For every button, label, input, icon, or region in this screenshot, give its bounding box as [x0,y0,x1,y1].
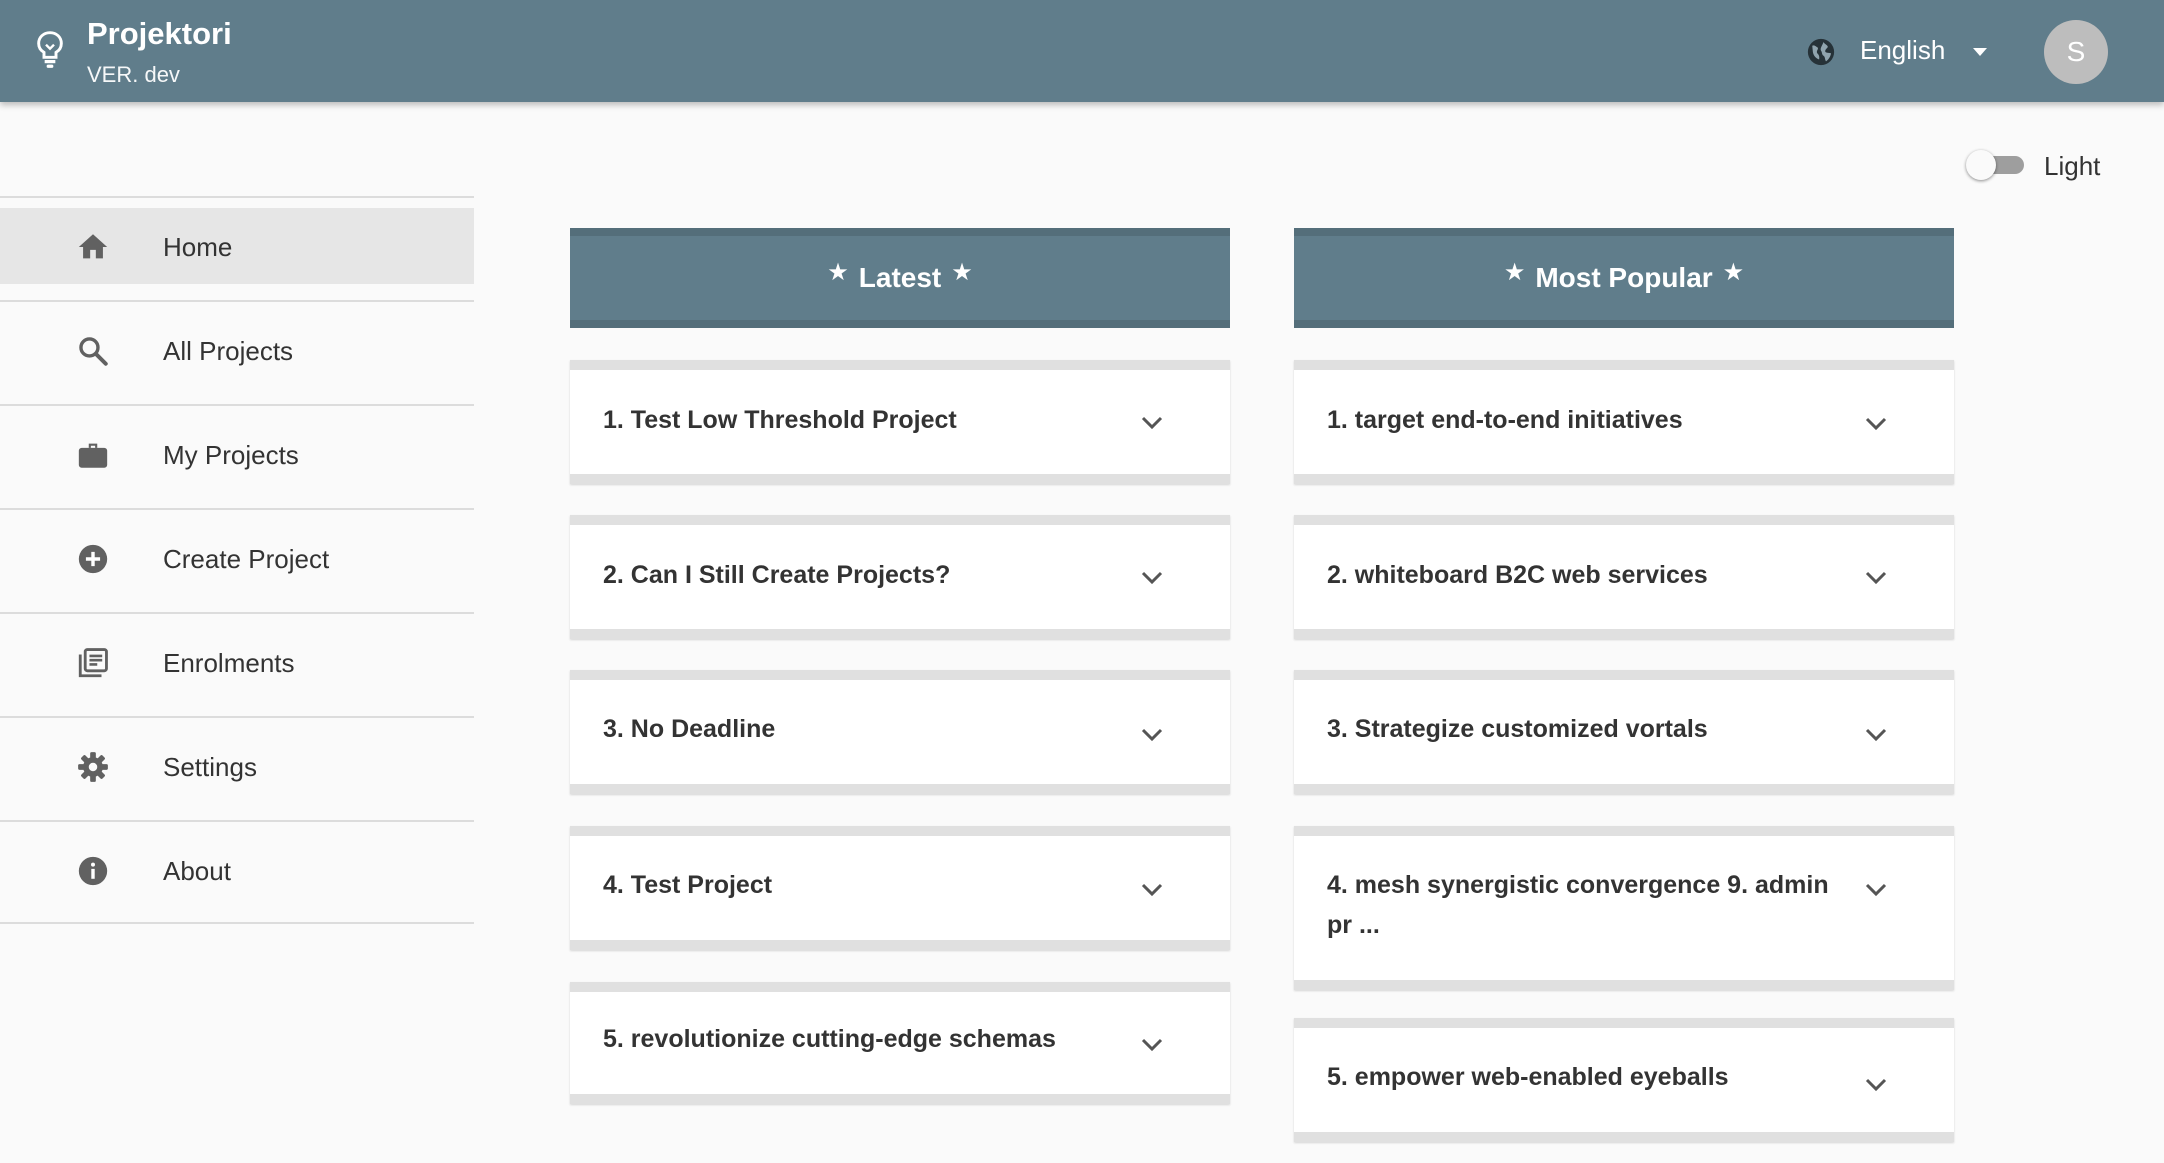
sidebar-item-label: Enrolments [163,648,295,678]
latest-project-card[interactable]: 2. Can I Still Create Projects? [570,515,1230,639]
sidebar-item-label: About [163,856,231,886]
search-icon [79,337,108,366]
popular-project-card[interactable]: 1. target end-to-end initiatives [1294,360,1954,484]
project-title: 4. mesh synergistic convergence 9. admin… [1327,871,1829,939]
sidebar-item-label: Create Project [163,544,330,574]
sidebar-item-settings[interactable]: Settings [0,716,474,820]
chevron-down-icon[interactable] [1864,571,1888,585]
popular-project-card[interactable]: 4. mesh synergistic convergence 9. admin… [1294,826,1954,990]
user-avatar[interactable]: S [2044,20,2108,84]
app-version: VER. dev [87,62,180,87]
project-title: 5. empower web-enabled eyeballs [1327,1063,1729,1091]
chevron-down-icon[interactable] [1140,571,1164,585]
latest-project-card[interactable]: 5. revolutionize cutting-edge schemas [570,982,1230,1104]
sidebar-item-label: All Projects [163,336,294,366]
app-title[interactable]: Projektori [87,16,232,52]
theme-toggle[interactable] [1966,150,2024,180]
popular-project-card[interactable]: 3. Strategize customized vortals [1294,670,1954,794]
chevron-down-icon[interactable] [1864,883,1888,897]
gear-icon [78,752,108,782]
sidebar-item-enrolments[interactable]: Enrolments [0,612,474,716]
latest-project-card[interactable]: 4. Test Project [570,826,1230,950]
chevron-down-icon[interactable] [1140,1038,1164,1052]
project-title: 2. Can I Still Create Projects? [603,561,951,589]
popular-title: Most Popular [1535,262,1713,293]
library-books-icon [78,648,108,678]
chevron-down-icon[interactable] [1140,883,1164,897]
popular-project-card[interactable]: 2. whiteboard B2C web services [1294,515,1954,639]
sidebar: Home All Projects My Projects Create Pro… [0,196,474,924]
project-title: 3. Strategize customized vortals [1327,715,1708,743]
theme-toggle-label: Light [2044,151,2101,181]
sidebar-item-label: Settings [163,752,257,782]
chevron-down-icon[interactable] [1864,417,1888,431]
active-highlight [0,208,474,284]
sidebar-item-about[interactable]: About [0,820,474,924]
project-title: 5. revolutionize cutting-edge schemas [603,1025,1056,1053]
star-icon: ★ [1503,258,1526,286]
sidebar-item-label: Home [163,232,233,262]
sidebar-item-all-projects[interactable]: All Projects [0,300,474,404]
chevron-down-icon[interactable] [1140,728,1164,742]
home-icon [78,234,108,259]
chevron-down-icon[interactable] [1864,728,1888,742]
popular-header: ★ Most Popular ★ [1294,228,1954,328]
sidebar-item-my-projects[interactable]: My Projects [0,404,474,508]
caret-down-icon[interactable] [1972,47,1988,57]
language-select[interactable]: English [1860,35,1945,66]
lightbulb-icon [37,31,63,68]
project-title: 1. target end-to-end initiatives [1327,406,1683,434]
latest-title: Latest [858,262,942,293]
sidebar-item-label: My Projects [163,440,299,470]
popular-column: ★ Most Popular ★ 1. target end-to-end in… [1294,228,1954,1142]
globe-icon[interactable] [1806,37,1836,67]
star-icon: ★ [951,258,973,286]
sidebar-item-home[interactable]: Home [0,196,474,300]
chevron-down-icon[interactable] [1864,1078,1888,1092]
latest-header: ★ Latest ★ [570,228,1230,328]
project-title: 1. Test Low Threshold Project [603,406,957,434]
add-circle-icon [78,544,108,574]
project-title: 3. No Deadline [603,715,776,743]
info-icon [78,856,108,886]
toggle-thumb [1966,150,1996,180]
chevron-down-icon[interactable] [1140,416,1164,430]
latest-project-card[interactable]: 3. No Deadline [570,670,1230,794]
latest-project-card[interactable]: 1. Test Low Threshold Project [570,360,1230,484]
latest-column: ★ Latest ★ 1. Test Low Threshold Project… [570,228,1230,1104]
sidebar-item-create-project[interactable]: Create Project [0,508,474,612]
project-title: 4. Test Project [603,871,773,899]
briefcase-icon [78,443,108,468]
app-bar: Projektori VER. dev English S [0,0,2164,102]
popular-project-card[interactable]: 5. empower web-enabled eyeballs [1294,1018,1954,1142]
star-icon: ★ [1722,258,1745,286]
star-icon: ★ [827,258,849,286]
project-title: 2. whiteboard B2C web services [1327,561,1708,589]
